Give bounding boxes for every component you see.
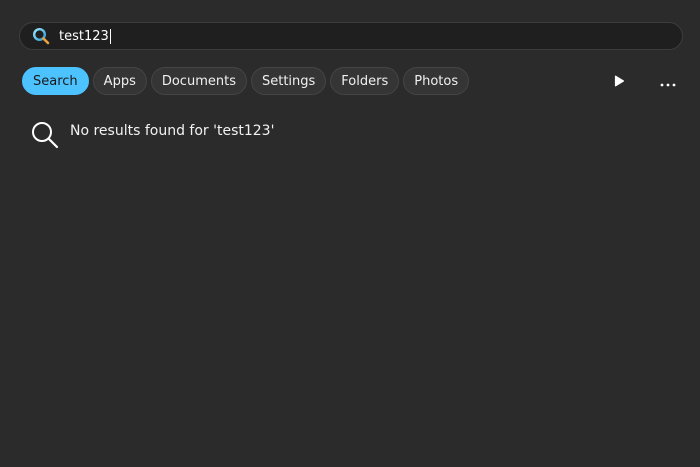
- tab-settings-label: Settings: [261, 73, 316, 89]
- tab-documents[interactable]: Documents: [150, 67, 247, 95]
- search-icon: [32, 27, 50, 45]
- play-button[interactable]: [607, 69, 631, 93]
- more-options-button[interactable]: [655, 69, 681, 93]
- more-icon: [660, 72, 676, 91]
- tab-photos[interactable]: Photos: [403, 67, 470, 95]
- tab-apps-label: Apps: [103, 73, 136, 89]
- no-results: No results found for 'test123': [30, 120, 274, 150]
- tab-documents-label: Documents: [161, 73, 236, 89]
- play-icon: [613, 72, 625, 91]
- tab-photos-label: Photos: [414, 73, 459, 89]
- search-input[interactable]: test123: [19, 22, 683, 50]
- tab-settings[interactable]: Settings: [250, 67, 327, 95]
- filter-tabs: Search Apps Documents Settings Folders P…: [22, 67, 470, 95]
- tab-apps[interactable]: Apps: [92, 67, 147, 95]
- tab-search[interactable]: Search: [22, 67, 89, 95]
- search-icon: [30, 120, 60, 150]
- search-query: test123: [59, 28, 111, 44]
- tab-search-label: Search: [33, 73, 78, 89]
- search-query-text: test123: [59, 28, 109, 44]
- no-results-message: No results found for 'test123': [70, 123, 275, 139]
- tab-folders-label: Folders: [341, 73, 389, 89]
- text-caret: [109, 28, 111, 44]
- tab-folders[interactable]: Folders: [330, 67, 400, 95]
